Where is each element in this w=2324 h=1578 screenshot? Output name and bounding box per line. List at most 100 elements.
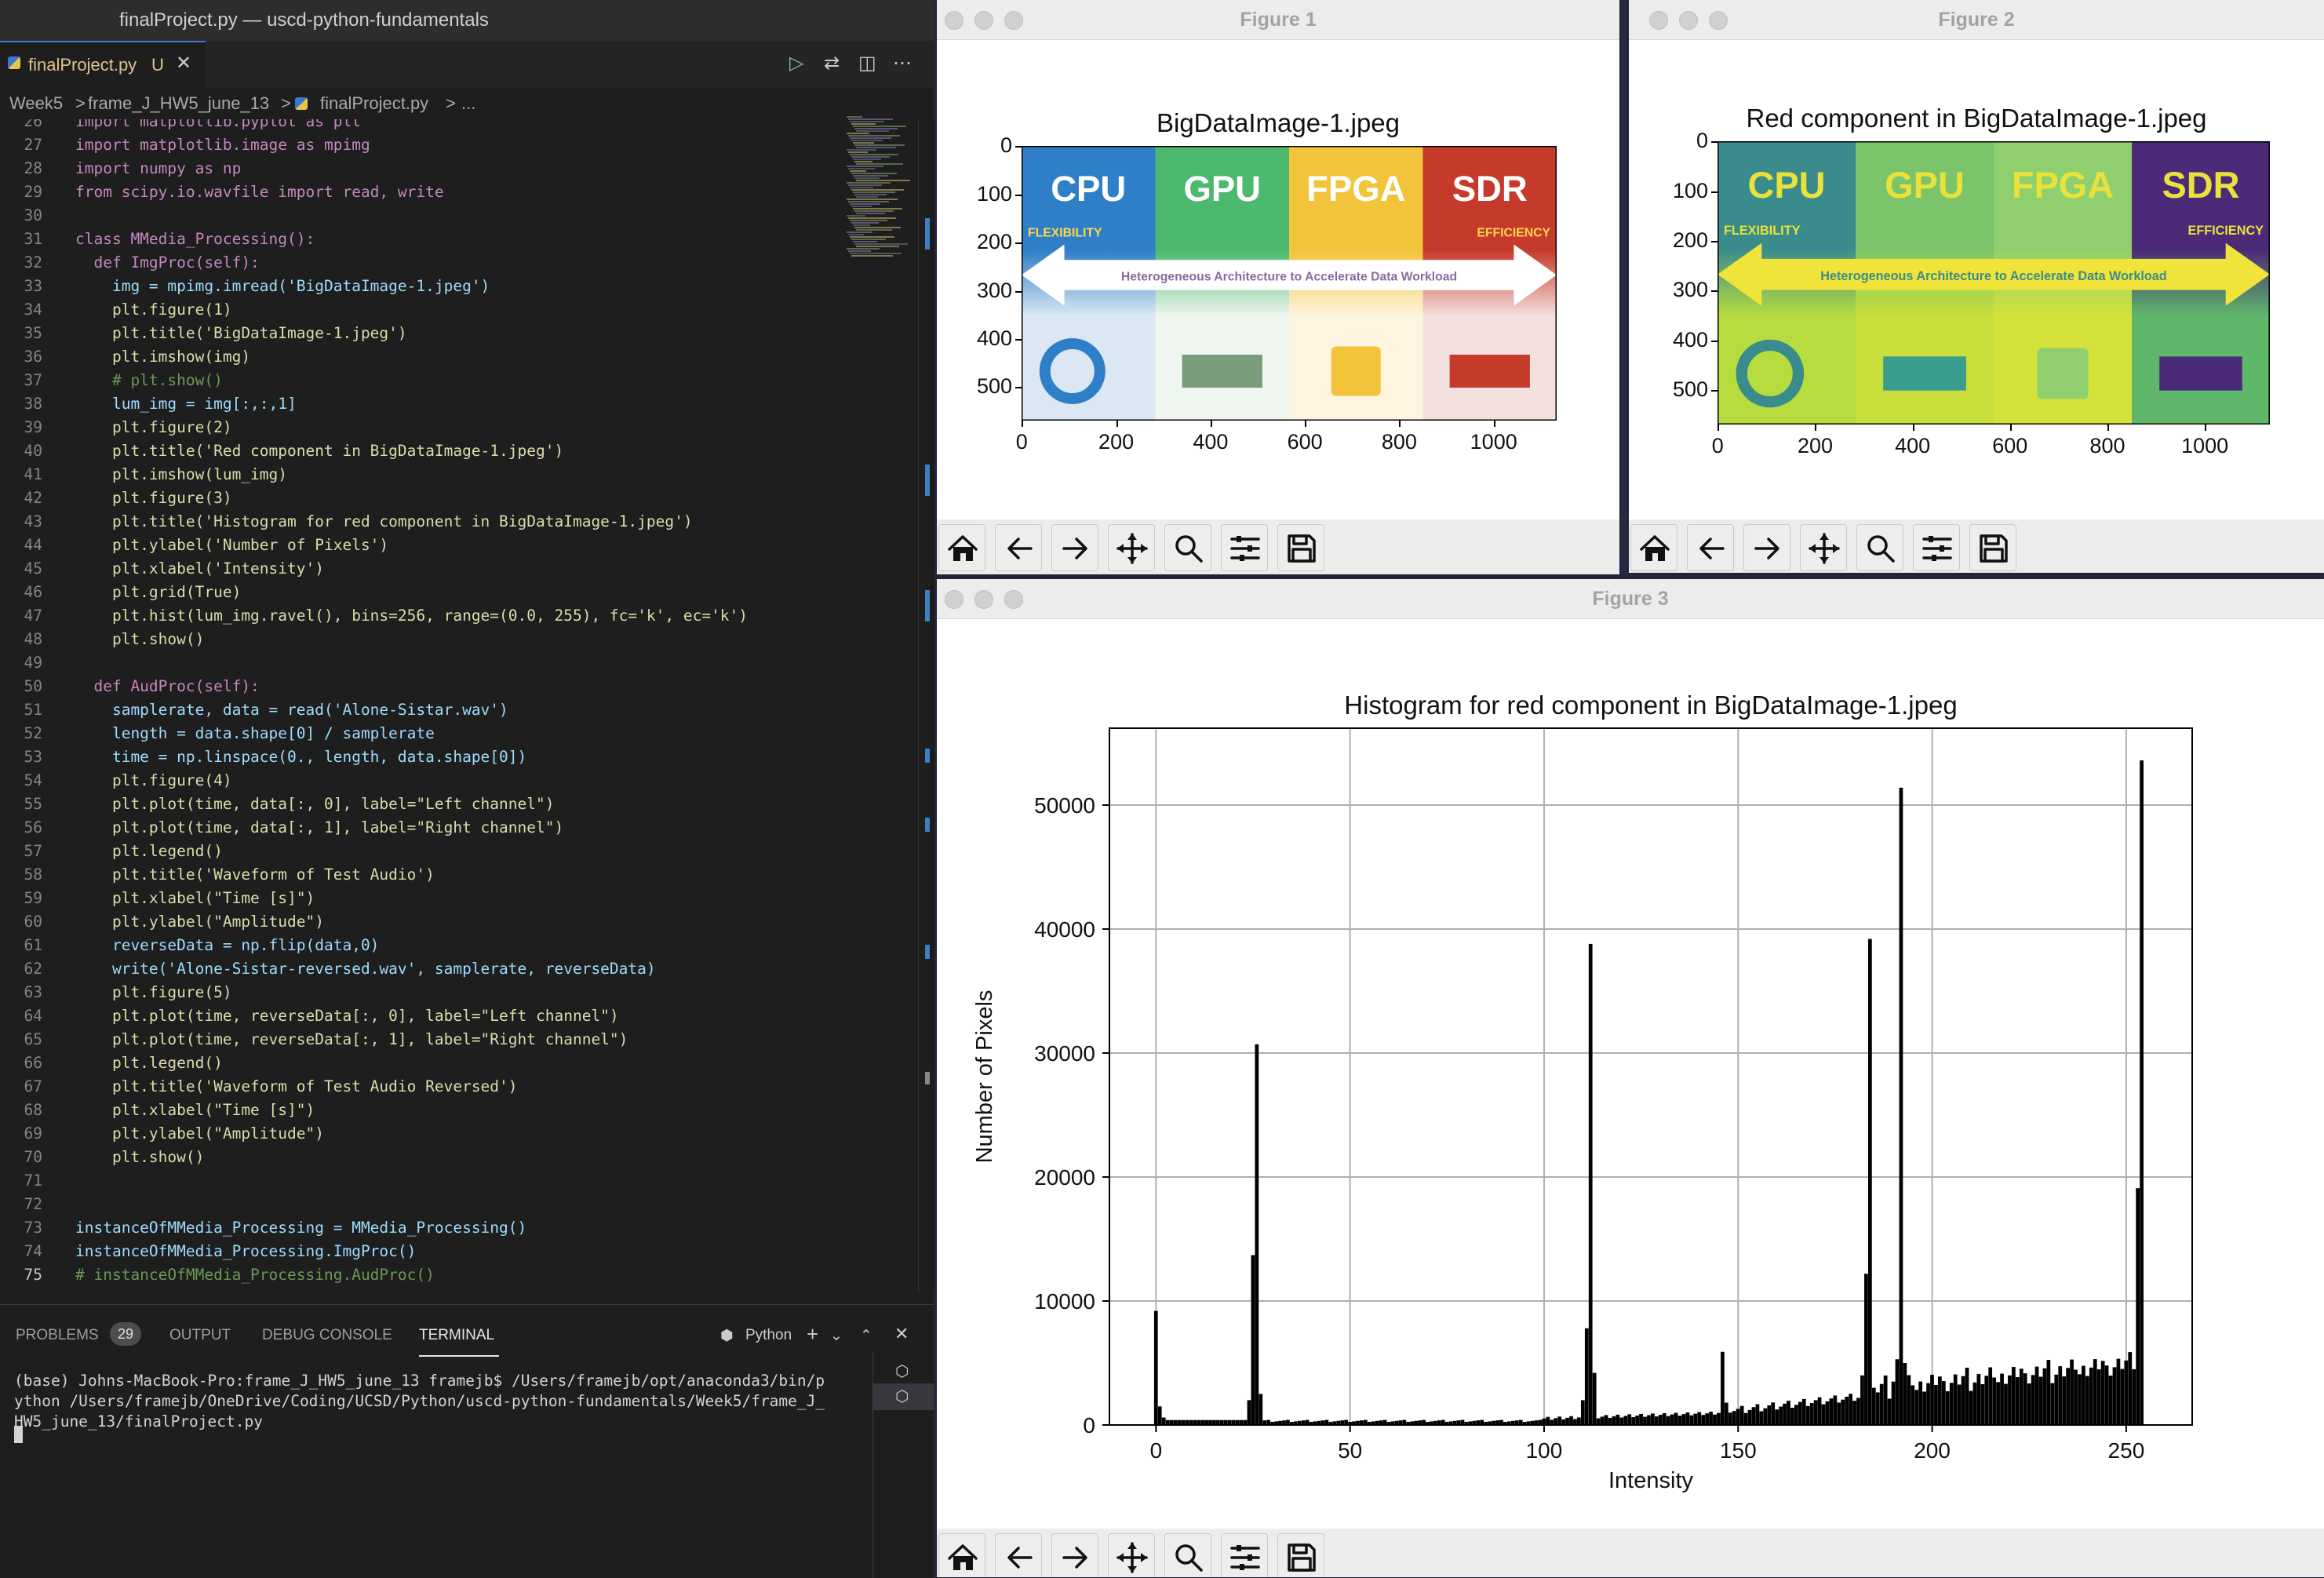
maximize-panel-icon[interactable]: ⌃ <box>860 1327 872 1345</box>
zoom-button[interactable] <box>1164 524 1211 571</box>
tab-output[interactable]: OUTPUT <box>169 1327 231 1344</box>
code-line[interactable]: 55 plt.plot(time, data[:, 0], label="Lef… <box>0 793 840 816</box>
code-line[interactable]: 48 plt.show() <box>0 628 840 651</box>
breadcrumb-item[interactable]: frame_J_HW5_june_13 <box>88 88 269 119</box>
breadcrumb-item[interactable]: finalProject.py <box>320 88 428 119</box>
code-line[interactable]: 30 <box>0 204 840 228</box>
code-line[interactable]: 49 <box>0 651 840 675</box>
code-line[interactable]: 38 lum_img = img[:,:,1] <box>0 392 840 416</box>
code-line[interactable]: 27 import matplotlib.image as mpimg <box>0 133 840 157</box>
terminal-shell-label[interactable]: Python <box>745 1327 792 1344</box>
code-line[interactable]: 43 plt.title('Histogram for red componen… <box>0 510 840 534</box>
code-line[interactable]: 46 plt.grid(True) <box>0 581 840 604</box>
forward-arrow-button[interactable] <box>1051 524 1098 571</box>
code-line[interactable]: 44 plt.ylabel('Number of Pixels') <box>0 534 840 557</box>
code-line[interactable]: 40 plt.title('Red component in BigDataIm… <box>0 439 840 463</box>
tab-finalproject[interactable]: finalProject.py U ✕ <box>0 41 206 88</box>
breadcrumb-item[interactable]: Week5 <box>9 88 63 119</box>
code-line[interactable]: 54 plt.figure(4) <box>0 769 840 793</box>
code-line[interactable]: 26 import matplotlib.pyplot as plt <box>0 119 840 133</box>
code-line[interactable]: 64 plt.plot(time, reverseData[:, 0], lab… <box>0 1004 840 1028</box>
code-line[interactable]: 41 plt.imshow(lum_img) <box>0 463 840 487</box>
back-arrow-button[interactable] <box>1687 524 1734 571</box>
pan-button[interactable] <box>1800 524 1847 571</box>
code-line[interactable]: 32 def ImgProc(self): <box>0 251 840 275</box>
code-line[interactable]: 58 plt.title('Waveform of Test Audio') <box>0 863 840 887</box>
code-line[interactable]: 62 write('Alone-Sistar-reversed.wav', sa… <box>0 957 840 981</box>
home-button[interactable] <box>1630 524 1677 571</box>
home-button[interactable] <box>938 524 985 571</box>
code-line[interactable]: 37 # plt.show() <box>0 369 840 392</box>
save-button[interactable] <box>1969 524 2016 571</box>
back-arrow-button[interactable] <box>995 1533 1042 1577</box>
configure-subplots-button[interactable] <box>1221 1533 1268 1577</box>
figure1-plot-title: BigDataImage-1.jpeg <box>1156 108 1401 137</box>
run-icon[interactable]: ▷ <box>789 52 803 75</box>
save-button[interactable] <box>1277 1533 1324 1577</box>
line-code: plt.ylabel("Amplitude") <box>75 1124 324 1143</box>
terminal-instance-icon[interactable]: ⬡ <box>895 1361 909 1381</box>
histogram-chart[interactable]: 0 50 100 150 200 250 0 10000 20000 30000 40000 5000… <box>937 579 2324 1529</box>
code-line[interactable]: 68 plt.xlabel("Time [s]") <box>0 1099 840 1122</box>
new-terminal-icon[interactable]: + <box>807 1322 818 1347</box>
forward-arrow-button[interactable] <box>1051 1533 1098 1577</box>
code-line[interactable]: 75 # instanceOfMMedia_Processing.AudProc(… <box>0 1263 840 1287</box>
code-line[interactable]: 61 reverseData = np.flip(data,0) <box>0 934 840 957</box>
code-line[interactable]: 29 from scipy.io.wavfile import read, wri… <box>0 180 840 204</box>
code-line[interactable]: 56 plt.plot(time, data[:, 1], label="Rig… <box>0 816 840 840</box>
terminal-output[interactable]: (base) Johns-MacBook-Pro:frame_J_HW5_jun… <box>14 1371 869 1432</box>
split-editor-icon[interactable]: ◫ <box>858 52 876 75</box>
code-line[interactable]: 34 plt.figure(1) <box>0 298 840 322</box>
zoom-button[interactable] <box>1856 524 1903 571</box>
more-actions-icon[interactable]: ⋯ <box>893 52 912 75</box>
back-arrow-button[interactable] <box>995 524 1042 571</box>
pan-button[interactable] <box>1108 524 1155 571</box>
code-line[interactable]: 53 time = np.linspace(0., length, data.s… <box>0 745 840 769</box>
configure-subplots-button[interactable] <box>1913 524 1960 571</box>
code-line[interactable]: 45 plt.xlabel('Intensity') <box>0 557 840 581</box>
breadcrumb-item[interactable]: ... <box>461 88 475 119</box>
code-line[interactable]: 65 plt.plot(time, reverseData[:, 1], lab… <box>0 1028 840 1051</box>
code-line[interactable]: 39 plt.figure(2) <box>0 416 840 439</box>
code-line[interactable]: 33 img = mpimg.imread('BigDataImage-1.jp… <box>0 275 840 298</box>
pan-button[interactable] <box>1108 1533 1155 1577</box>
close-panel-icon[interactable]: ✕ <box>894 1324 909 1344</box>
code-line[interactable]: 52 length = data.shape[0] / samplerate <box>0 722 840 745</box>
code-line[interactable]: 35 plt.title('BigDataImage-1.jpeg') <box>0 322 840 345</box>
chevron-down-icon[interactable]: ⌄ <box>830 1327 843 1345</box>
code-line[interactable]: 69 plt.ylabel("Amplitude") <box>0 1122 840 1146</box>
code-line[interactable]: 63 plt.figure(5) <box>0 981 840 1004</box>
compare-changes-icon[interactable]: ⇄ <box>824 52 840 75</box>
code-line[interactable]: 70 plt.show() <box>0 1146 840 1169</box>
code-line[interactable]: 57 plt.legend() <box>0 840 840 863</box>
tab-problems[interactable]: PROBLEMS <box>16 1327 99 1344</box>
code-line[interactable]: 51 samplerate, data = read('Alone-Sistar… <box>0 698 840 722</box>
code-line[interactable]: 59 plt.xlabel("Time [s]") <box>0 887 840 910</box>
minimap[interactable] <box>843 116 914 265</box>
home-button[interactable] <box>938 1533 985 1577</box>
zoom-button[interactable] <box>1164 1533 1211 1577</box>
code-line[interactable]: 42 plt.figure(3) <box>0 487 840 510</box>
configure-subplots-button[interactable] <box>1221 524 1268 571</box>
code-line[interactable]: 36 plt.imshow(img) <box>0 345 840 369</box>
code-line[interactable]: 71 <box>0 1169 840 1193</box>
code-line[interactable]: 47 plt.hist(lum_img.ravel(), bins=256, r… <box>0 604 840 628</box>
code-line[interactable]: 50 def AudProc(self): <box>0 675 840 698</box>
code-line[interactable]: 74 instanceOfMMedia_Processing.ImgProc() <box>0 1240 840 1263</box>
code-line[interactable]: 72 <box>0 1193 840 1216</box>
code-line[interactable]: 60 plt.ylabel("Amplitude") <box>0 910 840 934</box>
tab-terminal[interactable]: TERMINAL <box>419 1327 494 1344</box>
line-number: 34 <box>24 301 42 319</box>
forward-arrow-button[interactable] <box>1743 524 1790 571</box>
close-icon[interactable]: ✕ <box>176 52 191 75</box>
editor-scrollbar[interactable] <box>918 119 934 1293</box>
tab-debug-console[interactable]: DEBUG CONSOLE <box>262 1327 392 1344</box>
code-line[interactable]: 31 class MMedia_Processing(): <box>0 228 840 251</box>
code-line[interactable]: 66 plt.legend() <box>0 1051 840 1075</box>
code-line[interactable]: 73 instanceOfMMedia_Processing = MMedia_P… <box>0 1216 840 1240</box>
code-editor[interactable]: 26 import matplotlib.pyplot as plt 27 impor… <box>0 119 918 1293</box>
save-button[interactable] <box>1277 524 1324 571</box>
code-line[interactable]: 67 plt.title('Waveform of Test Audio Rev… <box>0 1075 840 1099</box>
code-line[interactable]: 28 import numpy as np <box>0 157 840 180</box>
terminal-instance-icon[interactable]: ⬡ <box>895 1387 909 1406</box>
